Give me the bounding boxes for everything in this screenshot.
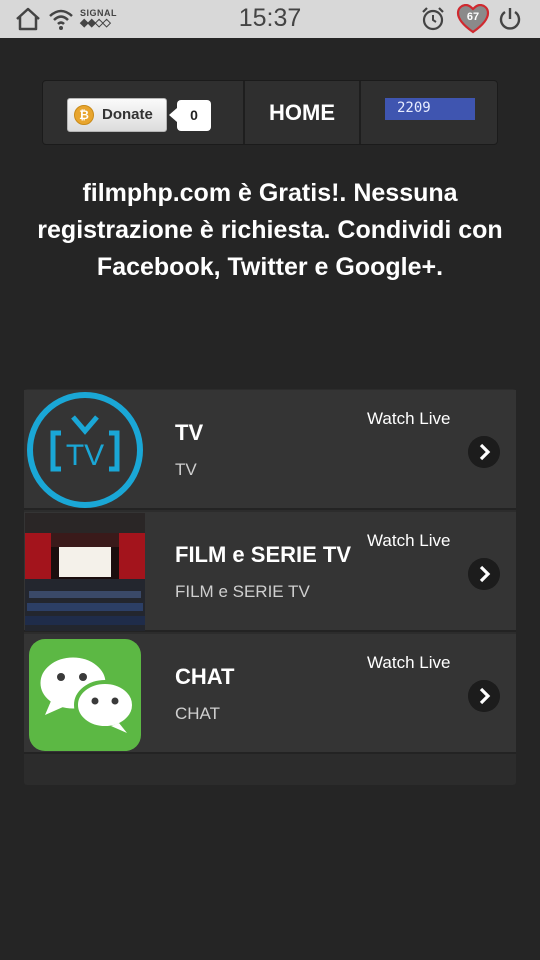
- chat-bubbles-icon: [25, 635, 145, 753]
- tv-logo-icon: TV: [25, 391, 145, 509]
- home-link[interactable]: HOME: [245, 81, 359, 144]
- list-item-tv[interactable]: TV TV TV Watch Live: [24, 390, 516, 510]
- status-bar: SIGNAL ◆◆◇◇ 15:37 67: [0, 0, 540, 38]
- watch-live-label: Watch Live: [367, 531, 451, 550]
- visit-counter: 2209: [385, 98, 475, 120]
- chevron-right-icon[interactable]: [468, 680, 500, 712]
- item-subtitle: FILM e SERIE TV: [175, 582, 310, 601]
- donate-button[interactable]: ₿ Donate: [67, 98, 167, 132]
- item-title: TV: [175, 420, 204, 445]
- item-title: CHAT: [175, 664, 235, 689]
- top-nav: ₿ Donate 0 HOME 2209: [42, 80, 498, 145]
- nav-divider: [359, 81, 361, 144]
- list-item-film[interactable]: FILM e SERIE TV FILM e SERIE TV Watch Li…: [24, 512, 516, 632]
- donate-label: Donate: [102, 106, 153, 123]
- channel-list: TV TV TV Watch Live FILM e SERIE TV FILM…: [24, 389, 516, 785]
- donate-count: 0: [169, 100, 211, 131]
- alarm-icon: [422, 7, 444, 31]
- item-title: FILM e SERIE TV: [175, 542, 352, 567]
- watch-live-label: Watch Live: [367, 409, 451, 428]
- cinema-image: [25, 513, 145, 631]
- list-item-chat[interactable]: CHAT CHAT Watch Live: [24, 634, 516, 754]
- item-subtitle: CHAT: [175, 704, 221, 723]
- chevron-right-icon[interactable]: [468, 436, 500, 468]
- power-icon[interactable]: [497, 6, 523, 32]
- svg-text:TV: TV: [66, 439, 104, 472]
- watch-live-label: Watch Live: [367, 653, 451, 672]
- chevron-right-icon[interactable]: [468, 558, 500, 590]
- intro-text: filmphp.com è Gratis!. Nessuna registraz…: [37, 179, 503, 281]
- item-subtitle: TV: [175, 460, 197, 479]
- battery-level: 67: [466, 11, 480, 23]
- bitcoin-icon: ₿: [74, 105, 94, 125]
